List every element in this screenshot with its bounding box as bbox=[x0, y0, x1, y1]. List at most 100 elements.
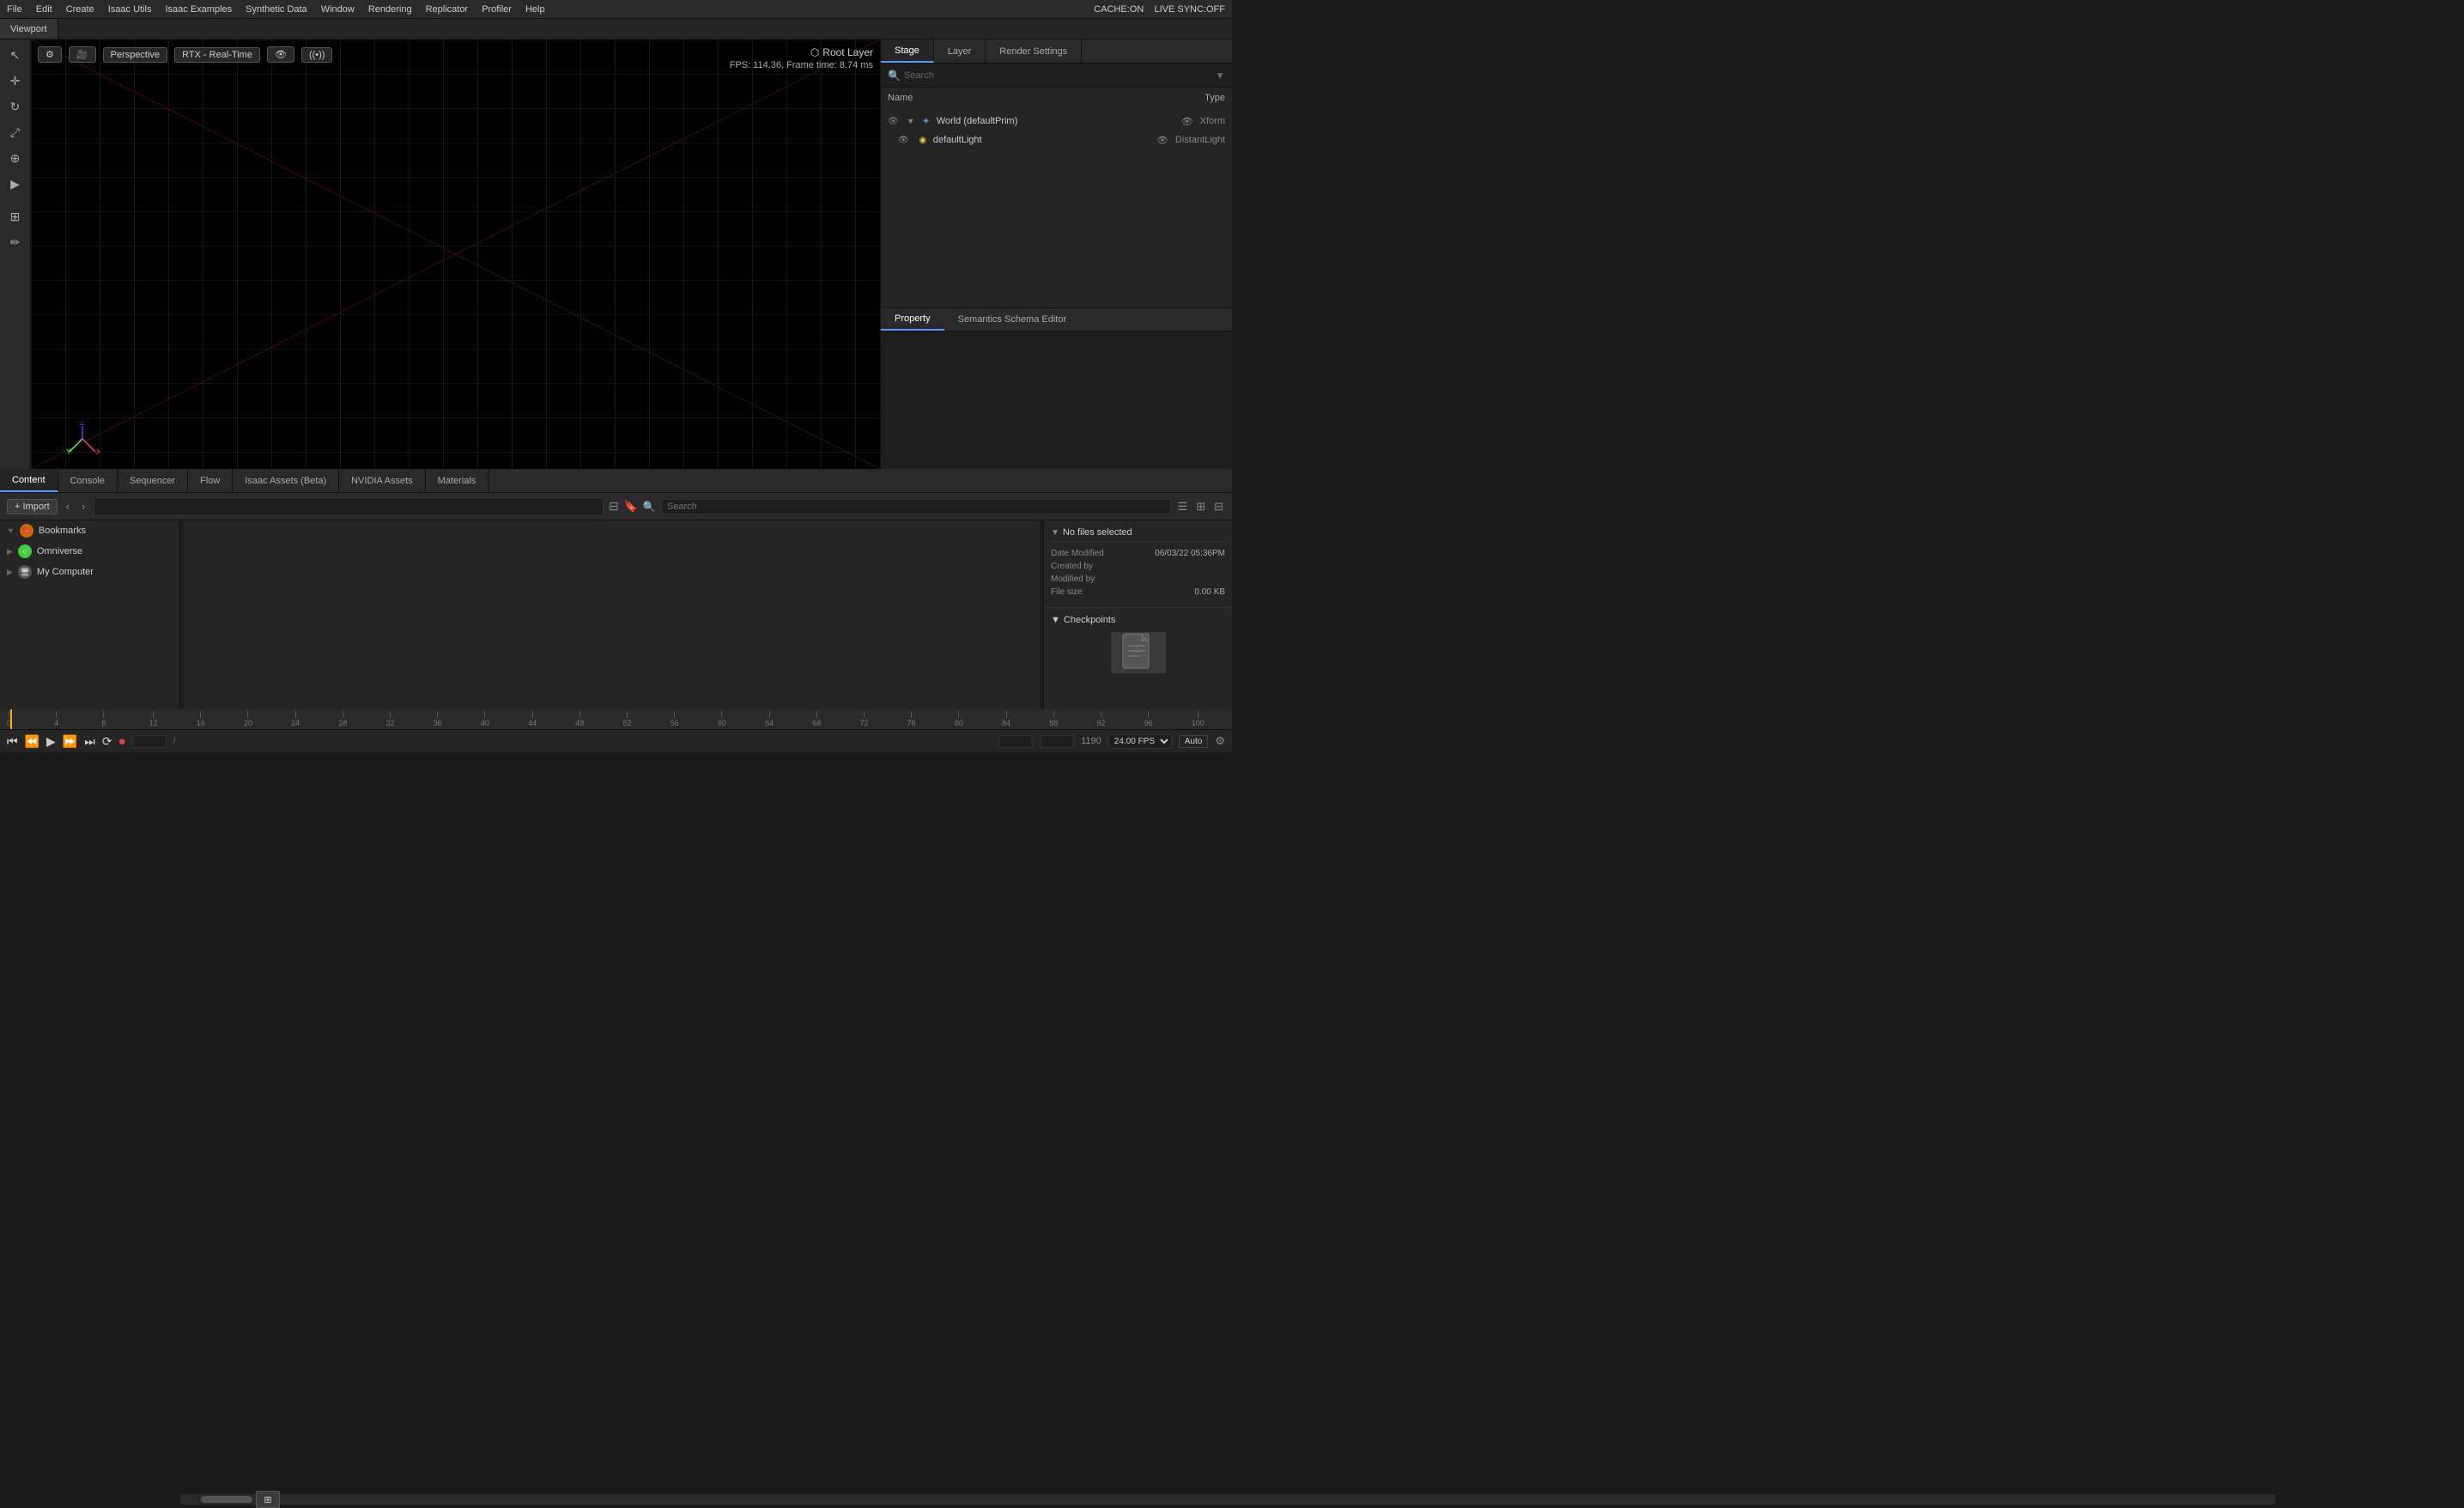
tick-80: 80 bbox=[955, 709, 963, 729]
tick-40: 40 bbox=[481, 709, 489, 729]
skip-end-button[interactable]: ⏭ bbox=[84, 734, 95, 749]
rtx-button[interactable]: RTX - Real-Time bbox=[174, 47, 260, 63]
collapse-checkpoints-icon[interactable]: ▼ bbox=[1051, 615, 1060, 625]
tab-sequencer[interactable]: Sequencer bbox=[118, 469, 188, 492]
menu-isaac-utils[interactable]: Isaac Utils bbox=[108, 4, 152, 15]
menu-window[interactable]: Window bbox=[321, 4, 355, 15]
import-button[interactable]: + Import bbox=[7, 499, 58, 514]
eye-world[interactable]: 👁 bbox=[888, 117, 899, 126]
eye2-defaultlight[interactable]: 👁 bbox=[1156, 135, 1168, 146]
menu-edit[interactable]: Edit bbox=[36, 4, 52, 15]
menu-replicator[interactable]: Replicator bbox=[426, 4, 469, 15]
eye-defaultlight[interactable]: 👁 bbox=[898, 136, 909, 145]
record-button[interactable]: ⏺ bbox=[119, 734, 125, 749]
perspective-button[interactable]: Perspective bbox=[103, 47, 167, 63]
menu-help[interactable]: Help bbox=[525, 4, 545, 15]
list-view-button[interactable]: ☰ bbox=[1176, 498, 1190, 515]
tab-semantics[interactable]: Semantics Schema Editor bbox=[944, 308, 1081, 331]
settings-button[interactable]: ⚙ bbox=[38, 46, 62, 63]
mycomputer-label: My Computer bbox=[37, 567, 94, 577]
tick-4: 4 bbox=[54, 709, 58, 729]
collapse-world[interactable]: ▼ bbox=[906, 116, 916, 126]
tab-materials[interactable]: Materials bbox=[426, 469, 489, 492]
camera-button[interactable]: 🎥 bbox=[69, 46, 96, 63]
expand-omniverse[interactable]: ▶ bbox=[7, 547, 13, 556]
viewport-tab[interactable]: Viewport bbox=[0, 19, 58, 39]
tree-item-defaultlight[interactable]: 👁 ◉ defaultLight 👁 DistantLight bbox=[881, 131, 1232, 149]
universal-tool[interactable]: ⊕ bbox=[3, 146, 27, 170]
fps-select[interactable]: 24.00 FPS bbox=[1108, 734, 1172, 749]
content-tabs: Content Console Sequencer Flow Isaac Ass… bbox=[0, 469, 1232, 493]
expand-bookmarks[interactable]: ▼ bbox=[7, 526, 15, 535]
step-forward-button[interactable]: ⏩ bbox=[63, 734, 77, 749]
tick-52: 52 bbox=[623, 709, 632, 729]
end-frame-input[interactable]: 100 bbox=[1040, 735, 1074, 748]
collapse-nofiles-icon[interactable]: ▼ bbox=[1051, 528, 1059, 538]
scale-tool[interactable]: ⤢ bbox=[3, 120, 27, 144]
timeline-ruler[interactable]: 0481216202428323640444852566064687276808… bbox=[0, 709, 1232, 730]
menu-file[interactable]: File bbox=[7, 4, 22, 15]
filter-button[interactable]: ⊟ bbox=[609, 499, 619, 514]
stage-search-input[interactable] bbox=[904, 70, 1211, 81]
bookmark-icon: 🔖 bbox=[20, 524, 33, 538]
svg-text:Z: Z bbox=[80, 422, 85, 427]
tab-render-settings[interactable]: Render Settings bbox=[986, 40, 1082, 63]
bookmark-button[interactable]: 🔖 bbox=[624, 500, 638, 514]
menu-profiler[interactable]: Profiler bbox=[482, 4, 512, 15]
audio-button[interactable]: ((•)) bbox=[301, 47, 333, 63]
grid-view-button[interactable]: ⊞ bbox=[1194, 498, 1207, 515]
nav-forward-button[interactable]: › bbox=[78, 498, 88, 514]
file-tree-item-bookmarks[interactable]: ▼ 🔖 Bookmarks bbox=[0, 520, 179, 541]
viewport[interactable]: ⚙ 🎥 Perspective RTX - Real-Time 👁 ((•)) … bbox=[31, 40, 880, 469]
file-tree-item-omniverse[interactable]: ▶ ○ Omniverse bbox=[0, 541, 179, 562]
file-size-row: File size 0.00 KB bbox=[1051, 587, 1225, 597]
loop-button[interactable]: ⟳ bbox=[102, 734, 112, 749]
content-search-input[interactable] bbox=[661, 499, 1171, 514]
skip-start-button[interactable]: ⏮ bbox=[7, 734, 18, 749]
col-name-label: Name bbox=[888, 93, 913, 103]
auto-button[interactable]: Auto bbox=[1179, 735, 1209, 748]
menu-synthetic-data[interactable]: Synthetic Data bbox=[246, 4, 307, 15]
menu-create[interactable]: Create bbox=[66, 4, 94, 15]
date-modified-label: Date Modified bbox=[1051, 549, 1104, 558]
tree-item-world[interactable]: 👁 ▼ ✦ World (defaultPrim) 👁 Xform bbox=[881, 112, 1232, 131]
file-tree-item-mycomputer[interactable]: ▶ 🖥 My Computer bbox=[0, 562, 179, 582]
tab-nvidia-assets[interactable]: NVIDIA Assets bbox=[339, 469, 426, 492]
viewport-controls: ⚙ 🎥 Perspective RTX - Real-Time 👁 ((•)) bbox=[38, 46, 332, 63]
settings-timeline-button[interactable]: ⚙ bbox=[1215, 734, 1225, 748]
tab-flow[interactable]: Flow bbox=[188, 469, 233, 492]
paint-tool[interactable]: ✏ bbox=[3, 230, 27, 254]
play-tool[interactable]: ▶ bbox=[3, 172, 27, 196]
checkpoints-header[interactable]: ▼ Checkpoints bbox=[1051, 615, 1225, 625]
step-back-button[interactable]: ⏪ bbox=[25, 734, 39, 749]
content-filter-button[interactable]: ⊟ bbox=[1212, 498, 1225, 515]
filter-icon[interactable]: ▼ bbox=[1215, 70, 1225, 82]
start-frame-input[interactable]: 0 bbox=[998, 735, 1033, 748]
nav-back-button[interactable]: ‹ bbox=[63, 498, 73, 514]
tab-isaac-assets[interactable]: Isaac Assets (Beta) bbox=[233, 469, 339, 492]
eye2-world[interactable]: 👁 bbox=[1181, 116, 1193, 127]
snap-tool[interactable]: ⊞ bbox=[3, 204, 27, 228]
tick-16: 16 bbox=[197, 709, 205, 729]
tick-72: 72 bbox=[859, 709, 868, 729]
stage-tree: 👁 ▼ ✦ World (defaultPrim) 👁 Xform 👁 ◉ de… bbox=[881, 108, 1232, 307]
tab-property[interactable]: Property bbox=[881, 308, 944, 331]
bottom-section: Content Console Sequencer Flow Isaac Ass… bbox=[0, 469, 1232, 752]
tab-content[interactable]: Content bbox=[0, 469, 58, 492]
no-files-header: ▼ No files selected bbox=[1051, 527, 1225, 542]
move-tool[interactable]: ✛ bbox=[3, 69, 27, 93]
tab-layer[interactable]: Layer bbox=[934, 40, 986, 63]
rotate-tool[interactable]: ↻ bbox=[3, 94, 27, 119]
menu-isaac-examples[interactable]: Isaac Examples bbox=[165, 4, 232, 15]
expand-mycomputer[interactable]: ▶ bbox=[7, 568, 13, 577]
no-files-label: No files selected bbox=[1063, 527, 1132, 538]
playhead bbox=[10, 709, 12, 729]
tick-12: 12 bbox=[149, 709, 158, 729]
play-button[interactable]: ▶ bbox=[46, 734, 56, 749]
eye-button[interactable]: 👁 bbox=[267, 46, 294, 63]
menu-rendering[interactable]: Rendering bbox=[368, 4, 412, 15]
current-frame-input[interactable]: 0 bbox=[132, 735, 167, 748]
tab-stage[interactable]: Stage bbox=[881, 40, 934, 63]
cursor-tool[interactable]: ↖ bbox=[3, 43, 27, 67]
tab-console[interactable]: Console bbox=[58, 469, 118, 492]
